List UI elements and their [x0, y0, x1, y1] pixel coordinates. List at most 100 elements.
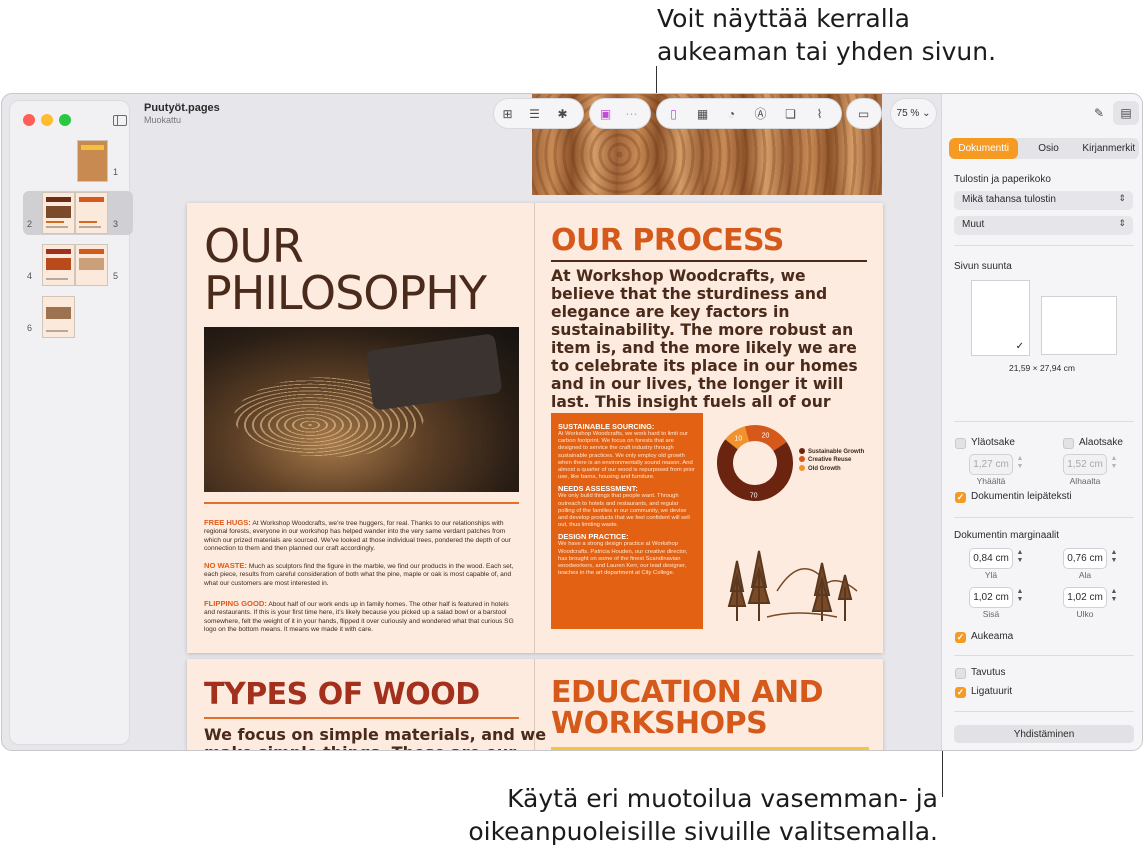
callout-line: Käytä eri muotoilua vasemman- ja	[507, 784, 938, 813]
comment-icon[interactable]: ▭	[855, 105, 872, 122]
page-thumbnail	[76, 193, 107, 233]
header-checkbox[interactable]	[955, 438, 966, 449]
legend-label: Creative Reuse	[808, 457, 852, 464]
header-caption: Yhäältä	[976, 476, 1006, 486]
legend-item: Creative Reuse	[799, 456, 864, 464]
zoom-window-button[interactable]	[59, 114, 71, 126]
spread-pages-4-5[interactable]: TYPES OF WOOD We focus on simple materia…	[187, 659, 883, 750]
format-brush-icon[interactable]: ✎	[1086, 101, 1112, 125]
document-icon[interactable]: ▤	[1113, 101, 1139, 125]
insert-icon[interactable]: ☰	[526, 105, 543, 122]
philosophy-heading[interactable]: OUR PHILOSOPHY	[204, 223, 524, 317]
hyphenation-checkbox[interactable]	[955, 668, 966, 679]
facing-pages-checkbox[interactable]: ✓	[955, 632, 966, 643]
footer-distance-stepper[interactable]: ▲ ▼	[1109, 455, 1119, 474]
callout-facing-pages: Voit näyttää kerralla aukeaman tai yhden…	[657, 2, 996, 68]
box-heading: DESIGN PRACTICE:	[558, 532, 629, 542]
grid-icon[interactable]: ⋯	[623, 105, 640, 122]
paragraph-title: FLIPPING GOOD:	[204, 599, 267, 608]
landscape-orientation-button[interactable]	[1042, 297, 1116, 354]
hyphenation-label: Tavutus	[971, 667, 1006, 678]
heading-line: OUR	[204, 219, 304, 273]
toolbar-group-insert: ⊞ ☰ ✱	[494, 99, 583, 128]
thumbnail-spread-4-5[interactable]: 4 5	[23, 243, 133, 287]
popup-value: Mikä tahansa tulostin	[962, 194, 1056, 205]
process-heading[interactable]: OUR PROCESS	[551, 223, 784, 258]
inspector-tabs: Dokumentti Osio Kirjanmerkit	[949, 138, 1139, 159]
paragraph-title: NO WASTE:	[204, 561, 248, 570]
inside-margin-field[interactable]: 1,02 cm	[970, 588, 1012, 607]
legend-swatch	[799, 456, 805, 463]
types-intro-text[interactable]: make simple things. These are our	[204, 743, 516, 750]
thumbnail-spread-2-3[interactable]: 2 3	[23, 191, 133, 235]
attachment-icon[interactable]: ⌇	[811, 105, 828, 122]
divider	[954, 421, 1134, 422]
types-heading[interactable]: TYPES OF WOOD	[204, 677, 480, 712]
add-page-icon[interactable]: ⊞	[499, 105, 516, 122]
donut-slice-sustainable-growth	[717, 439, 793, 501]
callout-line: aukeaman tai yhden sivun.	[657, 37, 997, 66]
ligatures-checkbox[interactable]: ✓	[955, 687, 966, 698]
toolbar-group-objects: ▯ ▦ ◔ Ⓐ ❏ ⌇	[657, 99, 841, 128]
footer-label: Alaotsake	[1079, 437, 1123, 448]
philosophy-paragraph-3[interactable]: FLIPPING GOOD: About half of our work en…	[204, 599, 519, 635]
top-margin-field[interactable]: 0,84 cm	[970, 549, 1012, 568]
spread-pages-2-3[interactable]: OUR PHILOSOPHY FREE HUGS: At Workshop Wo…	[187, 203, 883, 653]
footer-distance-field[interactable]: 1,52 cm	[1064, 455, 1106, 474]
legend-swatch	[799, 464, 805, 471]
education-heading[interactable]: EDUCATION AND WORKSHOPS	[551, 677, 871, 739]
top-margin-stepper[interactable]: ▲ ▼	[1015, 549, 1025, 568]
header-distance-field[interactable]: 1,27 cm	[970, 455, 1012, 474]
zoom-menu[interactable]: 75 % ⌄	[891, 99, 936, 128]
thumbnail-page-6[interactable]: 6	[23, 295, 133, 339]
thumbnail-page-1[interactable]: 1	[23, 139, 133, 183]
process-orange-box[interactable]: SUSTAINABLE SOURCING: At Workshop Woodcr…	[551, 413, 703, 629]
bottom-margin-field[interactable]: 0,76 cm	[1064, 549, 1106, 568]
facing-pages-label: Aukeama	[971, 631, 1014, 642]
footer-checkbox[interactable]	[1063, 438, 1074, 449]
toolbar-group-comment: ▭	[847, 99, 881, 128]
page-number: 4	[27, 271, 33, 281]
outside-margin-field[interactable]: 1,02 cm	[1064, 588, 1106, 607]
header-distance-stepper[interactable]: ▲ ▼	[1015, 455, 1025, 474]
page-thumbnails-sidebar: 1 2 3 4 5 6	[9, 100, 133, 745]
tab-osio[interactable]: Osio	[1018, 138, 1078, 159]
document-canvas[interactable]: OUR PHILOSOPHY FREE HUGS: At Workshop Wo…	[136, 94, 940, 750]
printer-heading: Tulostin ja paperikoko	[954, 174, 1051, 185]
paper-size-popup[interactable]: Muut ⇕	[954, 216, 1133, 235]
process-intro-text[interactable]: At Workshop Woodcrafts, we believe that …	[551, 267, 869, 429]
box-text: We have a strong design practice at Work…	[558, 541, 688, 577]
page-thumbnail	[43, 245, 74, 285]
minimize-window-button[interactable]	[41, 114, 53, 126]
table-icon[interactable]: ▦	[694, 105, 711, 122]
inside-margin-stepper[interactable]: ▲ ▼	[1015, 588, 1025, 607]
philosophy-paragraph-2[interactable]: NO WASTE: Much as sculptors find the fig…	[204, 561, 519, 588]
merge-button[interactable]: Yhdistäminen	[954, 725, 1134, 743]
tab-kirjanmerkit[interactable]: Kirjanmerkit	[1079, 138, 1139, 159]
heading-line: EDUCATION AND	[551, 675, 824, 710]
philosophy-paragraph-1[interactable]: FREE HUGS: At Workshop Woodcrafts, we're…	[204, 518, 519, 554]
shape-icon[interactable]: ❏	[782, 105, 799, 122]
textfield-icon[interactable]: Ⓐ	[752, 105, 769, 122]
woodworking-photo[interactable]	[204, 327, 519, 492]
body-text-checkbox[interactable]: ✓	[955, 492, 966, 503]
printer-popup[interactable]: Mikä tahansa tulostin ⇕	[954, 191, 1133, 210]
types-intro-text[interactable]: We focus on simple materials, and we	[204, 725, 546, 744]
close-window-button[interactable]	[23, 114, 35, 126]
checkmark-icon: ✓	[1015, 341, 1024, 352]
bottom-margin-stepper[interactable]: ▲ ▼	[1109, 549, 1119, 568]
trees-illustration[interactable]	[727, 521, 867, 621]
text-box-icon[interactable]: ▯	[665, 105, 682, 122]
collaborate-icon[interactable]: ✱	[554, 105, 571, 122]
divider-rule	[204, 502, 519, 504]
body-text-label: Dokumentin leipäteksti	[971, 491, 1072, 502]
sidebar-toggle-icon[interactable]	[113, 115, 127, 126]
portrait-orientation-button[interactable]: ✓	[972, 281, 1029, 355]
wood-source-donut-chart[interactable]: 10 20 70	[715, 423, 795, 503]
chart-icon[interactable]: ◔	[723, 105, 740, 122]
media-icon[interactable]: ▣	[597, 105, 614, 122]
outside-margin-stepper[interactable]: ▲ ▼	[1109, 588, 1119, 607]
orientation-heading: Sivun suunta	[954, 261, 1012, 272]
tab-dokumentti[interactable]: Dokumentti	[949, 138, 1019, 159]
divider-rule	[551, 747, 869, 750]
